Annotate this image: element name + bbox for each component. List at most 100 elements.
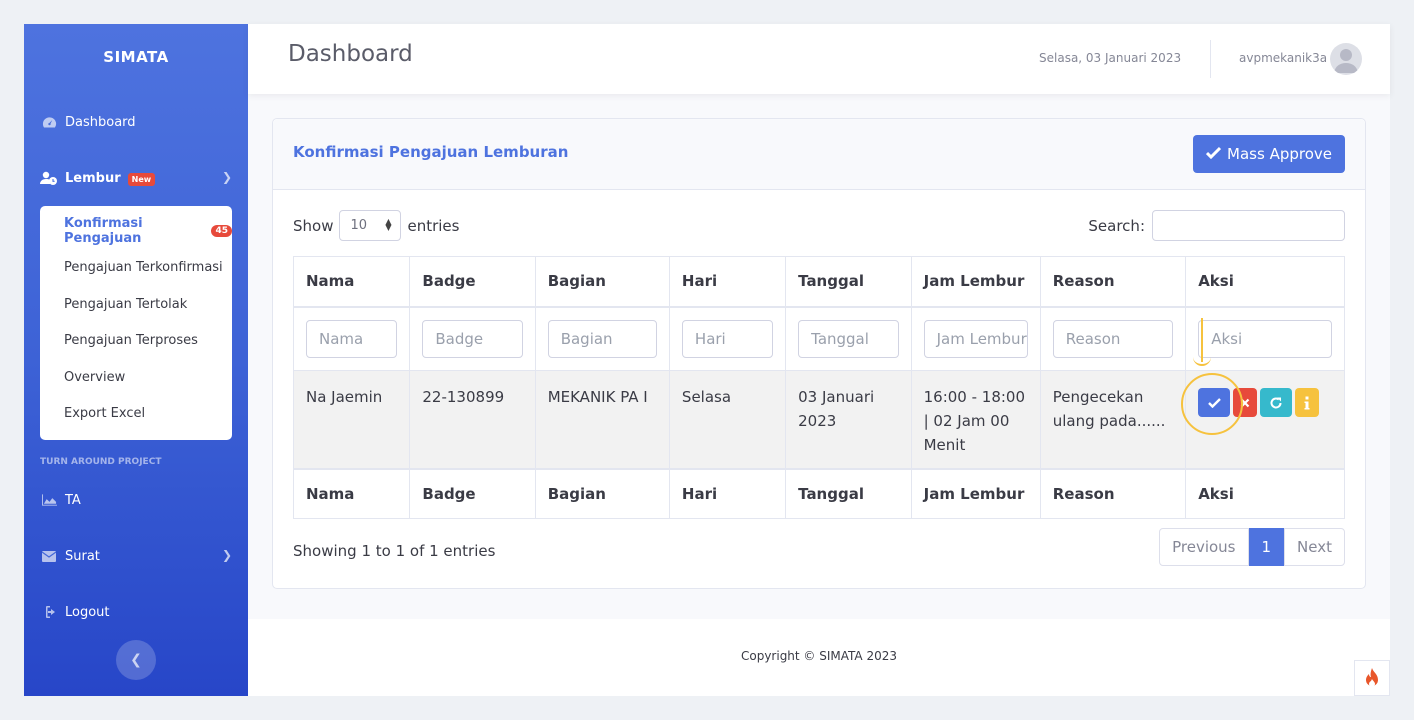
pagination-page[interactable]: 1 <box>1248 528 1285 566</box>
table-info: Showing 1 to 1 of 1 entries <box>293 542 496 560</box>
column-footer: Badge <box>409 467 536 519</box>
fire-icon <box>1366 668 1378 687</box>
sidebar-item-dashboard[interactable]: Dashboard <box>40 110 232 134</box>
mass-approve-label: Mass Approve <box>1227 145 1332 163</box>
topbar: Dashboard Selasa, 03 Januari 2023 avpmek… <box>248 24 1390 94</box>
info-icon <box>1304 396 1310 409</box>
entries-length-control: Show 10 ▲ ▼ entries <box>293 210 459 241</box>
count-badge: 45 <box>211 225 232 237</box>
page-title: Dashboard <box>288 41 413 67</box>
user-avatar-icon <box>1334 49 1358 73</box>
submenu-item-export-excel[interactable]: Export Excel <box>64 404 145 422</box>
sign-out-icon <box>40 605 58 619</box>
sidebar-item-logout[interactable]: Logout <box>40 600 232 624</box>
current-date: Selasa, 03 Januari 2023 <box>1039 51 1182 65</box>
submenu-item-pengajuan-tertolak[interactable]: Pengajuan Tertolak <box>64 295 187 313</box>
show-label: Show <box>293 216 334 235</box>
envelope-icon <box>40 549 58 563</box>
sidebar-item-lembur[interactable]: Lembur New ❯ <box>40 166 232 190</box>
lembur-submenu: Konfirmasi Pengajuan 45 Pengajuan Terkon… <box>40 206 232 440</box>
revise-button[interactable] <box>1260 388 1293 417</box>
cell-bagian: MEKANIK PA I <box>534 370 670 469</box>
column-footer: Reason <box>1039 467 1187 519</box>
entries-select-value: 10 <box>350 218 368 233</box>
search-input[interactable] <box>1152 210 1345 241</box>
sidebar-item-label: TA <box>65 492 81 508</box>
column-header[interactable]: Nama <box>292 256 411 308</box>
annotation-highlight-circle <box>1181 373 1243 435</box>
tachometer-icon <box>40 115 58 129</box>
submenu-item-pengajuan-terkonfirmasi[interactable]: Pengajuan Terkonfirmasi <box>64 258 223 276</box>
submenu-item-konfirmasi-pengajuan[interactable]: Konfirmasi Pengajuan 45 <box>64 216 232 246</box>
page-footer: Copyright © SIMATA 2023 <box>248 619 1390 696</box>
column-header[interactable]: Badge <box>409 256 536 308</box>
column-header[interactable]: Reason <box>1039 256 1187 308</box>
filter-input-jam-lembur[interactable]: Jam Lembur <box>923 319 1028 358</box>
copyright-text: Copyright © SIMATA 2023 <box>740 649 897 663</box>
filter-row: Nama Badge Bagian Hari Tanggal Jam Lembu… <box>292 306 1345 371</box>
sort-arrows-icon: ▲ ▼ <box>385 217 392 232</box>
brand-logo[interactable]: SIMATA <box>24 48 248 66</box>
sidebar-toggle-button[interactable]: ❮ <box>116 640 156 680</box>
cell-reason: Pengecekan ulang pada...... <box>1039 370 1187 469</box>
app-shell: SIMATA Dashboard Lembur New ❯ Konfirmasi… <box>24 24 1390 696</box>
user-clock-icon <box>40 171 58 185</box>
topbar-divider <box>1210 40 1211 78</box>
entries-label: entries <box>407 216 460 235</box>
entries-select[interactable]: 10 ▲ ▼ <box>339 210 402 241</box>
pagination-next[interactable]: Next <box>1284 528 1345 566</box>
table-footer-row: Nama Badge Bagian Hari Tanggal Jam Lembu… <box>292 467 1345 519</box>
card-title: Konfirmasi Pengajuan Lemburan <box>293 143 569 161</box>
chevron-right-icon: ❯ <box>221 170 232 184</box>
card-header: Konfirmasi Pengajuan Lemburan Mass Appro… <box>273 119 1365 190</box>
floating-fire-button[interactable] <box>1354 660 1390 696</box>
sidebar-item-label: Logout <box>65 604 110 620</box>
filter-input-reason[interactable]: Reason <box>1052 319 1174 358</box>
chevron-right-icon: ❯ <box>221 548 232 562</box>
check-icon <box>1205 145 1222 163</box>
column-footer: Jam Lembur <box>910 467 1041 519</box>
submenu-item-pengajuan-terproses[interactable]: Pengajuan Terproses <box>64 331 198 349</box>
submenu-item-overview[interactable]: Overview <box>64 368 125 386</box>
cell-badge: 22-130899 <box>409 370 536 469</box>
column-header[interactable]: Jam Lembur <box>910 256 1041 308</box>
filter-input-aksi[interactable]: Aksi <box>1198 319 1332 358</box>
filter-input-hari[interactable]: Hari <box>681 319 774 358</box>
sidebar-item-label: Lembur <box>65 170 121 186</box>
column-header[interactable]: Hari <box>668 256 787 308</box>
filter-input-nama[interactable]: Nama <box>306 319 398 358</box>
filter-input-bagian[interactable]: Bagian <box>547 319 657 358</box>
pagination: Previous 1 Next <box>1159 528 1345 566</box>
cell-tanggal: 03 Januari 2023 <box>785 370 912 469</box>
sidebar: SIMATA Dashboard Lembur New ❯ Konfirmasi… <box>24 24 248 696</box>
chevron-left-icon: ❮ <box>130 652 142 668</box>
cell-nama: Na Jaemin <box>292 370 411 469</box>
sidebar-item-ta[interactable]: TA <box>40 488 232 512</box>
pagination-previous[interactable]: Previous <box>1159 528 1249 566</box>
table-header-row: Nama Badge Bagian Hari Tanggal Jam Lembu… <box>292 256 1345 308</box>
avatar[interactable] <box>1330 43 1362 75</box>
mass-approve-button[interactable]: Mass Approve <box>1193 135 1345 173</box>
search-control: Search: <box>1088 210 1345 241</box>
column-header[interactable]: Tanggal <box>785 256 912 308</box>
column-footer: Bagian <box>534 467 670 519</box>
user-name[interactable]: avpmekanik3a <box>1239 51 1327 65</box>
column-footer: Hari <box>668 467 787 519</box>
sidebar-section-heading: Turn Around Project <box>40 457 162 467</box>
sidebar-item-surat[interactable]: Surat ❯ <box>40 544 232 568</box>
sidebar-item-label: Surat <box>65 548 100 564</box>
filter-input-badge[interactable]: Badge <box>422 319 523 358</box>
cell-hari: Selasa <box>668 370 787 469</box>
redo-icon <box>1270 397 1282 409</box>
search-label: Search: <box>1088 216 1145 235</box>
filter-input-tanggal[interactable]: Tanggal <box>798 319 899 358</box>
column-header[interactable]: Aksi <box>1185 256 1345 308</box>
column-footer: Tanggal <box>785 467 912 519</box>
column-header[interactable]: Bagian <box>534 256 670 308</box>
detail-button[interactable] <box>1295 388 1320 417</box>
chart-area-icon <box>40 493 58 507</box>
new-badge: New <box>127 173 156 186</box>
column-footer: Aksi <box>1185 467 1345 519</box>
submenu-item-label: Konfirmasi Pengajuan <box>64 216 143 246</box>
column-footer: Nama <box>292 467 411 519</box>
